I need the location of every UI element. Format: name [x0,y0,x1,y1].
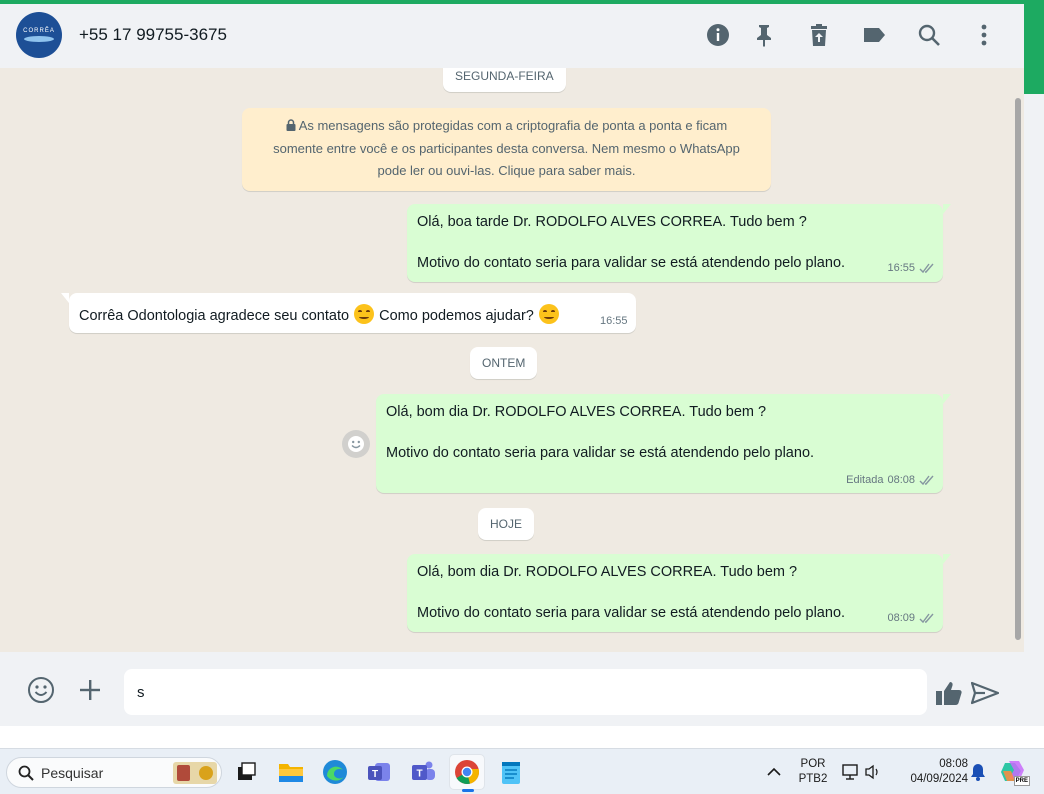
message-time: 08:08 [887,474,915,486]
message-text: Corrêa Odontologia agradece seu contato … [79,304,560,324]
language-code: POR [800,758,826,770]
chat-header: CORRÊA +55 17 99755-3675 [0,4,1024,68]
taskbar-search-label: Pesquisar [41,765,104,781]
message-composer [0,652,1024,726]
message-text-line1: Olá, boa tarde Dr. RODOLFO ALVES CORREA.… [417,214,807,230]
message-input[interactable] [124,669,927,715]
search-highlight-image [173,762,217,784]
keyboard-layout: PTB2 [798,773,828,785]
attach-plus-icon[interactable] [76,676,104,704]
active-app-indicator [462,789,474,792]
contact-name[interactable]: +55 17 99755-3675 [79,25,227,45]
reaction-button[interactable] [342,430,370,458]
highlight-sun-icon [198,766,213,780]
message-text-line1: Olá, bom dia Dr. RODOLFO ALVES CORREA. T… [386,404,767,420]
encryption-notice[interactable]: As mensagens são protegidas com a cripto… [242,108,771,191]
teams-work-icon[interactable]: T [361,754,397,790]
smiling-emoji-icon [538,304,559,324]
message-bubble-incoming[interactable]: Corrêa Odontologia agradece seu contato … [69,293,636,333]
message-time: 08:09 [887,612,915,624]
copilot-icon[interactable]: PRE [996,754,1030,790]
read-ticks-icon [919,613,934,623]
message-meta: 16:55 [600,315,628,327]
message-text-line2: Motivo do contato seria para validar se … [417,255,846,271]
input-language-indicator[interactable]: POR PTB2 [794,757,832,787]
message-bubble-outgoing[interactable]: Olá, boa tarde Dr. RODOLFO ALVES CORREA.… [407,204,943,282]
network-icon[interactable] [840,754,862,790]
avatar-logo-wave [24,36,54,42]
grinning-emoji-icon [354,304,375,324]
task-view-icon[interactable] [228,754,264,790]
bubble-tail [943,394,951,404]
read-ticks-icon [919,475,934,485]
message-text-line1: Olá, bom dia Dr. RODOLFO ALVES CORREA. T… [417,564,798,580]
encryption-notice-text1: As mensagens são protegidas com a cripto… [298,118,728,133]
edited-label: Editada [846,474,884,486]
notepad-icon[interactable] [493,754,529,790]
windows-taskbar: Pesquisar T T POR PTB2 08:08 04/09/2024 … [0,748,1044,794]
day-separator-yesterday: ONTEM [470,347,538,379]
bubble-tail [943,204,951,214]
message-text-line2: Motivo do contato seria para validar se … [386,445,815,461]
show-hidden-icons-chevron-icon[interactable] [762,754,786,790]
menu-icon[interactable] [971,22,997,48]
read-ticks-icon [919,263,934,273]
message-bubble-outgoing[interactable]: Olá, bom dia Dr. RODOLFO ALVES CORREA. T… [407,554,943,632]
lock-icon [286,119,296,131]
message-meta: 08:09 [887,612,935,624]
window-bottom-gap [0,726,1044,748]
delete-icon[interactable] [806,22,832,48]
svg-text:T: T [372,769,378,780]
clock-time: 08:08 [939,758,968,770]
day-separator-monday: SEGUNDA-FEIRA [443,68,566,92]
chat-scrollbar[interactable] [1015,98,1021,640]
message-meta: Editada 08:08 [846,474,935,486]
encryption-notice-line3: pode ler ou ouvi-las. Clique para saber … [377,163,636,178]
window-right-accent [1024,0,1044,94]
label-icon[interactable] [861,22,887,48]
window-right-edge [1024,0,1044,726]
emoji-icon[interactable] [26,675,56,705]
svg-text:T: T [416,769,422,780]
chrome-icon[interactable] [449,754,485,792]
message-time: 16:55 [600,315,628,327]
file-explorer-icon[interactable] [273,754,309,790]
volume-icon[interactable] [862,754,884,790]
emoji-reaction-icon [348,436,364,452]
chat-area[interactable]: SEGUNDA-FEIRA As mensagens são protegida… [0,68,1024,652]
pin-icon[interactable] [751,22,777,48]
taskbar-search-box[interactable]: Pesquisar [6,757,222,788]
avatar-logo-text: CORRÊA [23,28,55,34]
day-separator-today: HOJE [478,508,535,540]
message-text-part2: Como podemos ajudar? [379,308,534,324]
edge-browser-icon[interactable] [317,754,353,790]
bubble-tail [61,293,69,303]
search-icon[interactable] [916,22,942,48]
encryption-notice-line2: somente entre você e os participantes de… [273,140,740,156]
taskbar-search-icon [18,765,34,781]
taskbar-clock[interactable]: 08:08 04/09/2024 [894,757,968,787]
bubble-tail [943,554,951,564]
message-text-part1: Corrêa Odontologia agradece seu contato [79,308,350,324]
copilot-preview-badge: PRE [1013,776,1030,786]
message-bubble-outgoing[interactable]: Olá, bom dia Dr. RODOLFO ALVES CORREA. T… [376,394,943,493]
thumbs-up-icon[interactable] [934,678,964,708]
highlight-figure-icon [177,765,191,781]
notification-bell-icon[interactable] [966,754,990,790]
encryption-notice-line1: As mensagens são protegidas com a cripto… [242,115,771,138]
clock-date: 04/09/2024 [910,773,968,785]
info-icon[interactable] [705,22,731,48]
teams-icon[interactable]: T [405,754,441,790]
send-icon[interactable] [970,679,1000,707]
message-time: 16:55 [887,262,915,274]
message-meta: 16:55 [887,262,935,274]
contact-avatar[interactable]: CORRÊA [16,12,62,58]
message-text-line2: Motivo do contato seria para validar se … [417,605,846,621]
